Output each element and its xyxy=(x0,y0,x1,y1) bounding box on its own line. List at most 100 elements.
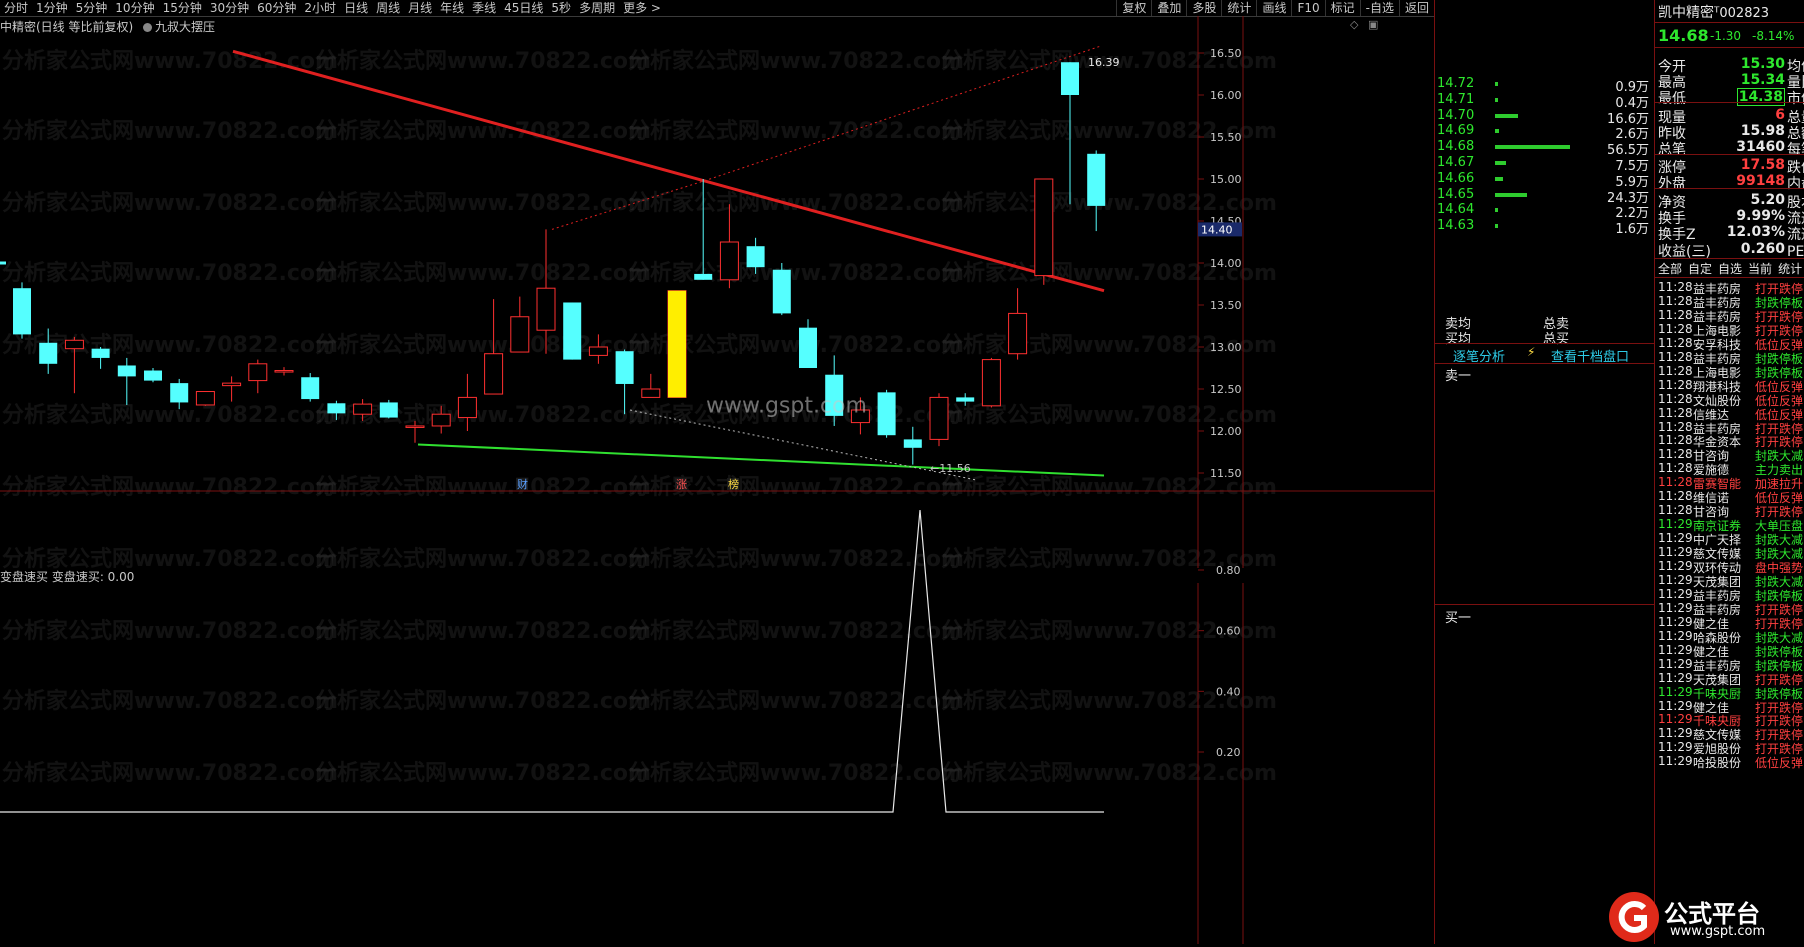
candle-body-down xyxy=(91,348,110,358)
low-guide-line xyxy=(629,409,976,481)
period-tab[interactable]: 日线 xyxy=(340,0,372,16)
tool-button[interactable]: 画线 xyxy=(1256,0,1291,16)
news-time: 11:29 xyxy=(1658,754,1693,769)
period-tab[interactable]: 15分钟 xyxy=(159,0,206,16)
candle-body-down xyxy=(799,327,817,368)
candle-body-up xyxy=(536,287,556,331)
quote-field-value: 17.58 xyxy=(1740,157,1785,173)
quote-field-value: 31460 xyxy=(1736,139,1785,155)
order-price: 14.65 xyxy=(1437,186,1475,202)
tool-button[interactable]: 统计 xyxy=(1221,0,1256,16)
ind-y-tick-label: 0.20 xyxy=(1216,746,1241,759)
candle-body-down xyxy=(117,365,136,377)
period-tab[interactable]: 30分钟 xyxy=(206,0,253,16)
order-volume-bar xyxy=(1495,129,1499,134)
period-tab[interactable]: 60分钟 xyxy=(253,0,300,16)
period-tab[interactable]: 月线 xyxy=(404,0,436,16)
period-tab[interactable]: 季线 xyxy=(468,0,500,16)
candle-body-up xyxy=(248,363,268,382)
kline-chart[interactable]: 16.5016.0015.5015.0014.5014.0013.5013.00… xyxy=(0,16,1434,568)
top-toolbar: 分时 1分钟 5分钟 10分钟 15分钟 30分钟 60分钟 2小时 日线 周线 月线 年线 季线 45日… xyxy=(0,0,1434,17)
news-event: 低位反弹 xyxy=(1754,756,1803,771)
current-price-tag: 14.40 xyxy=(1201,223,1233,236)
candle-body-up xyxy=(274,370,294,373)
order-price: 14.66 xyxy=(1437,170,1475,186)
indicator-chart[interactable]: 0.80 0.60 0.40 0.20 xyxy=(0,509,1434,944)
order-volume-bar xyxy=(1495,145,1570,150)
news-tab[interactable]: 统计 xyxy=(1778,262,1802,276)
logo-url: www.gspt.com xyxy=(1670,924,1766,939)
y-tick-label: 11.50 xyxy=(1210,467,1242,480)
period-tab[interactable]: 周线 xyxy=(372,0,404,16)
news-time: 11:29 xyxy=(1658,586,1693,601)
buy-avg-label: 买均 xyxy=(1445,332,1472,347)
y-tick-label: 13.00 xyxy=(1210,341,1242,354)
candle-body-down xyxy=(301,377,320,400)
candle-body-down xyxy=(772,269,791,314)
candle-body-up xyxy=(981,359,1001,407)
tool-button[interactable]: 复权 xyxy=(1116,0,1151,16)
y-tick-label: 15.50 xyxy=(1210,131,1242,144)
news-time: 11:29 xyxy=(1658,531,1693,546)
news-time: 11:28 xyxy=(1658,377,1693,392)
candle-body-up xyxy=(431,413,451,427)
order-volume-bar xyxy=(1495,192,1528,197)
period-tab[interactable]: 10分钟 xyxy=(111,0,158,16)
quote-field-value: 99148 xyxy=(1736,173,1785,189)
event-marker: 涨 xyxy=(676,478,687,491)
y-tick-label: 12.00 xyxy=(1210,425,1242,438)
tool-button[interactable]: -自选 xyxy=(1359,0,1399,16)
news-time: 11:29 xyxy=(1658,517,1693,532)
chart-tools: 复权 叠加 多股 统计 画线 F10 标记 -自选 返回 xyxy=(1116,0,1434,16)
period-tab[interactable]: 5秒 xyxy=(547,0,575,16)
news-time: 11:29 xyxy=(1658,559,1693,573)
candle-body-down xyxy=(1061,62,1079,95)
news-time: 11:29 xyxy=(1658,656,1693,671)
period-tab[interactable]: 45日线 xyxy=(500,0,547,16)
period-tab[interactable]: 更多 > xyxy=(619,0,665,16)
news-row[interactable]: 11:29 哈投股份 低位反弹 xyxy=(1655,754,1804,770)
candle-body-down xyxy=(903,439,922,448)
order-volume-bar xyxy=(1495,161,1506,165)
period-tab[interactable]: 分时 xyxy=(0,0,32,16)
news-stock: 哈投股份 xyxy=(1693,756,1742,771)
tool-button[interactable]: 多股 xyxy=(1186,0,1221,16)
order-volume: 1.6万 xyxy=(1615,222,1649,238)
candle-body-down xyxy=(144,370,162,381)
news-time: 11:29 xyxy=(1658,614,1693,629)
tool-button[interactable]: 叠加 xyxy=(1151,0,1186,16)
period-tab[interactable]: 多周期 xyxy=(575,0,619,16)
order-volume-bar xyxy=(1495,113,1518,118)
order-volume-bar xyxy=(1495,224,1498,229)
news-tab[interactable]: 自定 xyxy=(1688,262,1712,276)
news-tab[interactable]: 自选 xyxy=(1718,262,1742,276)
news-time: 11:29 xyxy=(1658,726,1693,741)
candle-body-down xyxy=(956,397,975,402)
tool-button[interactable]: 返回 xyxy=(1398,0,1434,16)
stock-code: 002823 xyxy=(1719,6,1770,21)
event-marker: 榜 xyxy=(728,477,739,491)
candle-body-down xyxy=(615,351,634,384)
y-tick-label: 13.50 xyxy=(1210,299,1242,312)
news-tab[interactable]: 当前 xyxy=(1748,262,1772,276)
section-divider xyxy=(1655,102,1804,103)
period-tabs: 分时 1分钟 5分钟 10分钟 15分钟 30分钟 60分钟 2小时 日线 周线 月线 年线 季线 45日… xyxy=(0,0,665,16)
news-time: 11:28 xyxy=(1658,405,1693,420)
site-watermark: www.gspt.com xyxy=(706,394,867,419)
tool-button[interactable]: F10 xyxy=(1291,0,1324,16)
order-volume-bar xyxy=(1495,82,1498,86)
order-price: 14.63 xyxy=(1437,218,1475,234)
low-price-label: ←11.56 xyxy=(930,462,971,475)
news-time: 11:28 xyxy=(1658,433,1693,448)
tool-button[interactable]: 标记 xyxy=(1324,0,1360,16)
period-tab[interactable]: 年线 xyxy=(436,0,468,16)
news-tab[interactable]: 全部 xyxy=(1658,262,1682,276)
period-tab[interactable]: 2小时 xyxy=(300,0,340,16)
ind-y-tick-label: 0.40 xyxy=(1216,685,1241,698)
order-price: 14.68 xyxy=(1437,139,1475,155)
order-volume-bar xyxy=(1495,176,1504,181)
candle-body-up xyxy=(222,382,242,387)
period-tab[interactable]: 1分钟 xyxy=(32,0,72,16)
candle-body-up xyxy=(929,396,949,440)
period-tab[interactable]: 5分钟 xyxy=(72,0,112,16)
